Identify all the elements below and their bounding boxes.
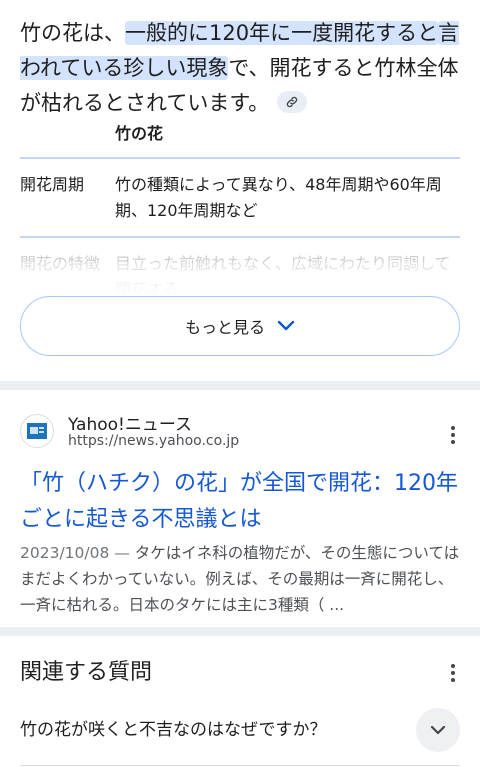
- link-icon: [287, 96, 298, 108]
- expand-question-button[interactable]: [416, 708, 460, 752]
- source-link-button[interactable]: [277, 91, 308, 113]
- result-title-link[interactable]: 「竹（ハチク）の花」が全国で開花：120年ごとに起きる不思議とは: [20, 466, 460, 538]
- show-more-label: もっと見る: [184, 318, 265, 337]
- related-questions-title: 関連する質問: [20, 660, 153, 685]
- news-icon: [27, 423, 47, 439]
- table-divider: [20, 236, 460, 238]
- more-options-icon[interactable]: [450, 426, 456, 444]
- answer-text-part: 竹の花は、: [20, 21, 125, 45]
- table-row-value: 竹の種類によって異なり、48年周期や60年周期、120年周期など: [115, 175, 442, 220]
- site-name[interactable]: Yahoo!ニュース: [68, 410, 192, 435]
- section-divider: [0, 381, 480, 390]
- chevron-down-icon: [277, 320, 295, 331]
- site-favicon[interactable]: [20, 414, 54, 448]
- result-date: 2023/10/08 —: [20, 544, 135, 562]
- question-divider: [20, 765, 460, 766]
- site-url[interactable]: https://news.yahoo.co.jp: [68, 433, 239, 449]
- more-options-icon[interactable]: [450, 664, 456, 682]
- answer-highlight: 一般的に120年に一度開花すると: [125, 21, 439, 45]
- result-snippet: 2023/10/08 — タケはイネ科の植物だが、その生態についてはまだよくわか…: [20, 540, 460, 618]
- table-divider: [20, 157, 460, 159]
- chevron-down-icon: [430, 725, 446, 735]
- fade-overlay: [0, 262, 480, 296]
- table-row-label: 開花周期: [20, 175, 85, 194]
- show-more-button[interactable]: もっと見る: [20, 296, 460, 356]
- related-question[interactable]: 竹の花が咲くと不吉なのはなぜですか？: [20, 715, 327, 740]
- table-header: 竹の花: [115, 124, 164, 143]
- ai-answer-text: 竹の花は、一般的に120年に一度開花すると言われている珍しい現象で、開花すると竹…: [20, 16, 460, 121]
- section-divider: [0, 627, 480, 636]
